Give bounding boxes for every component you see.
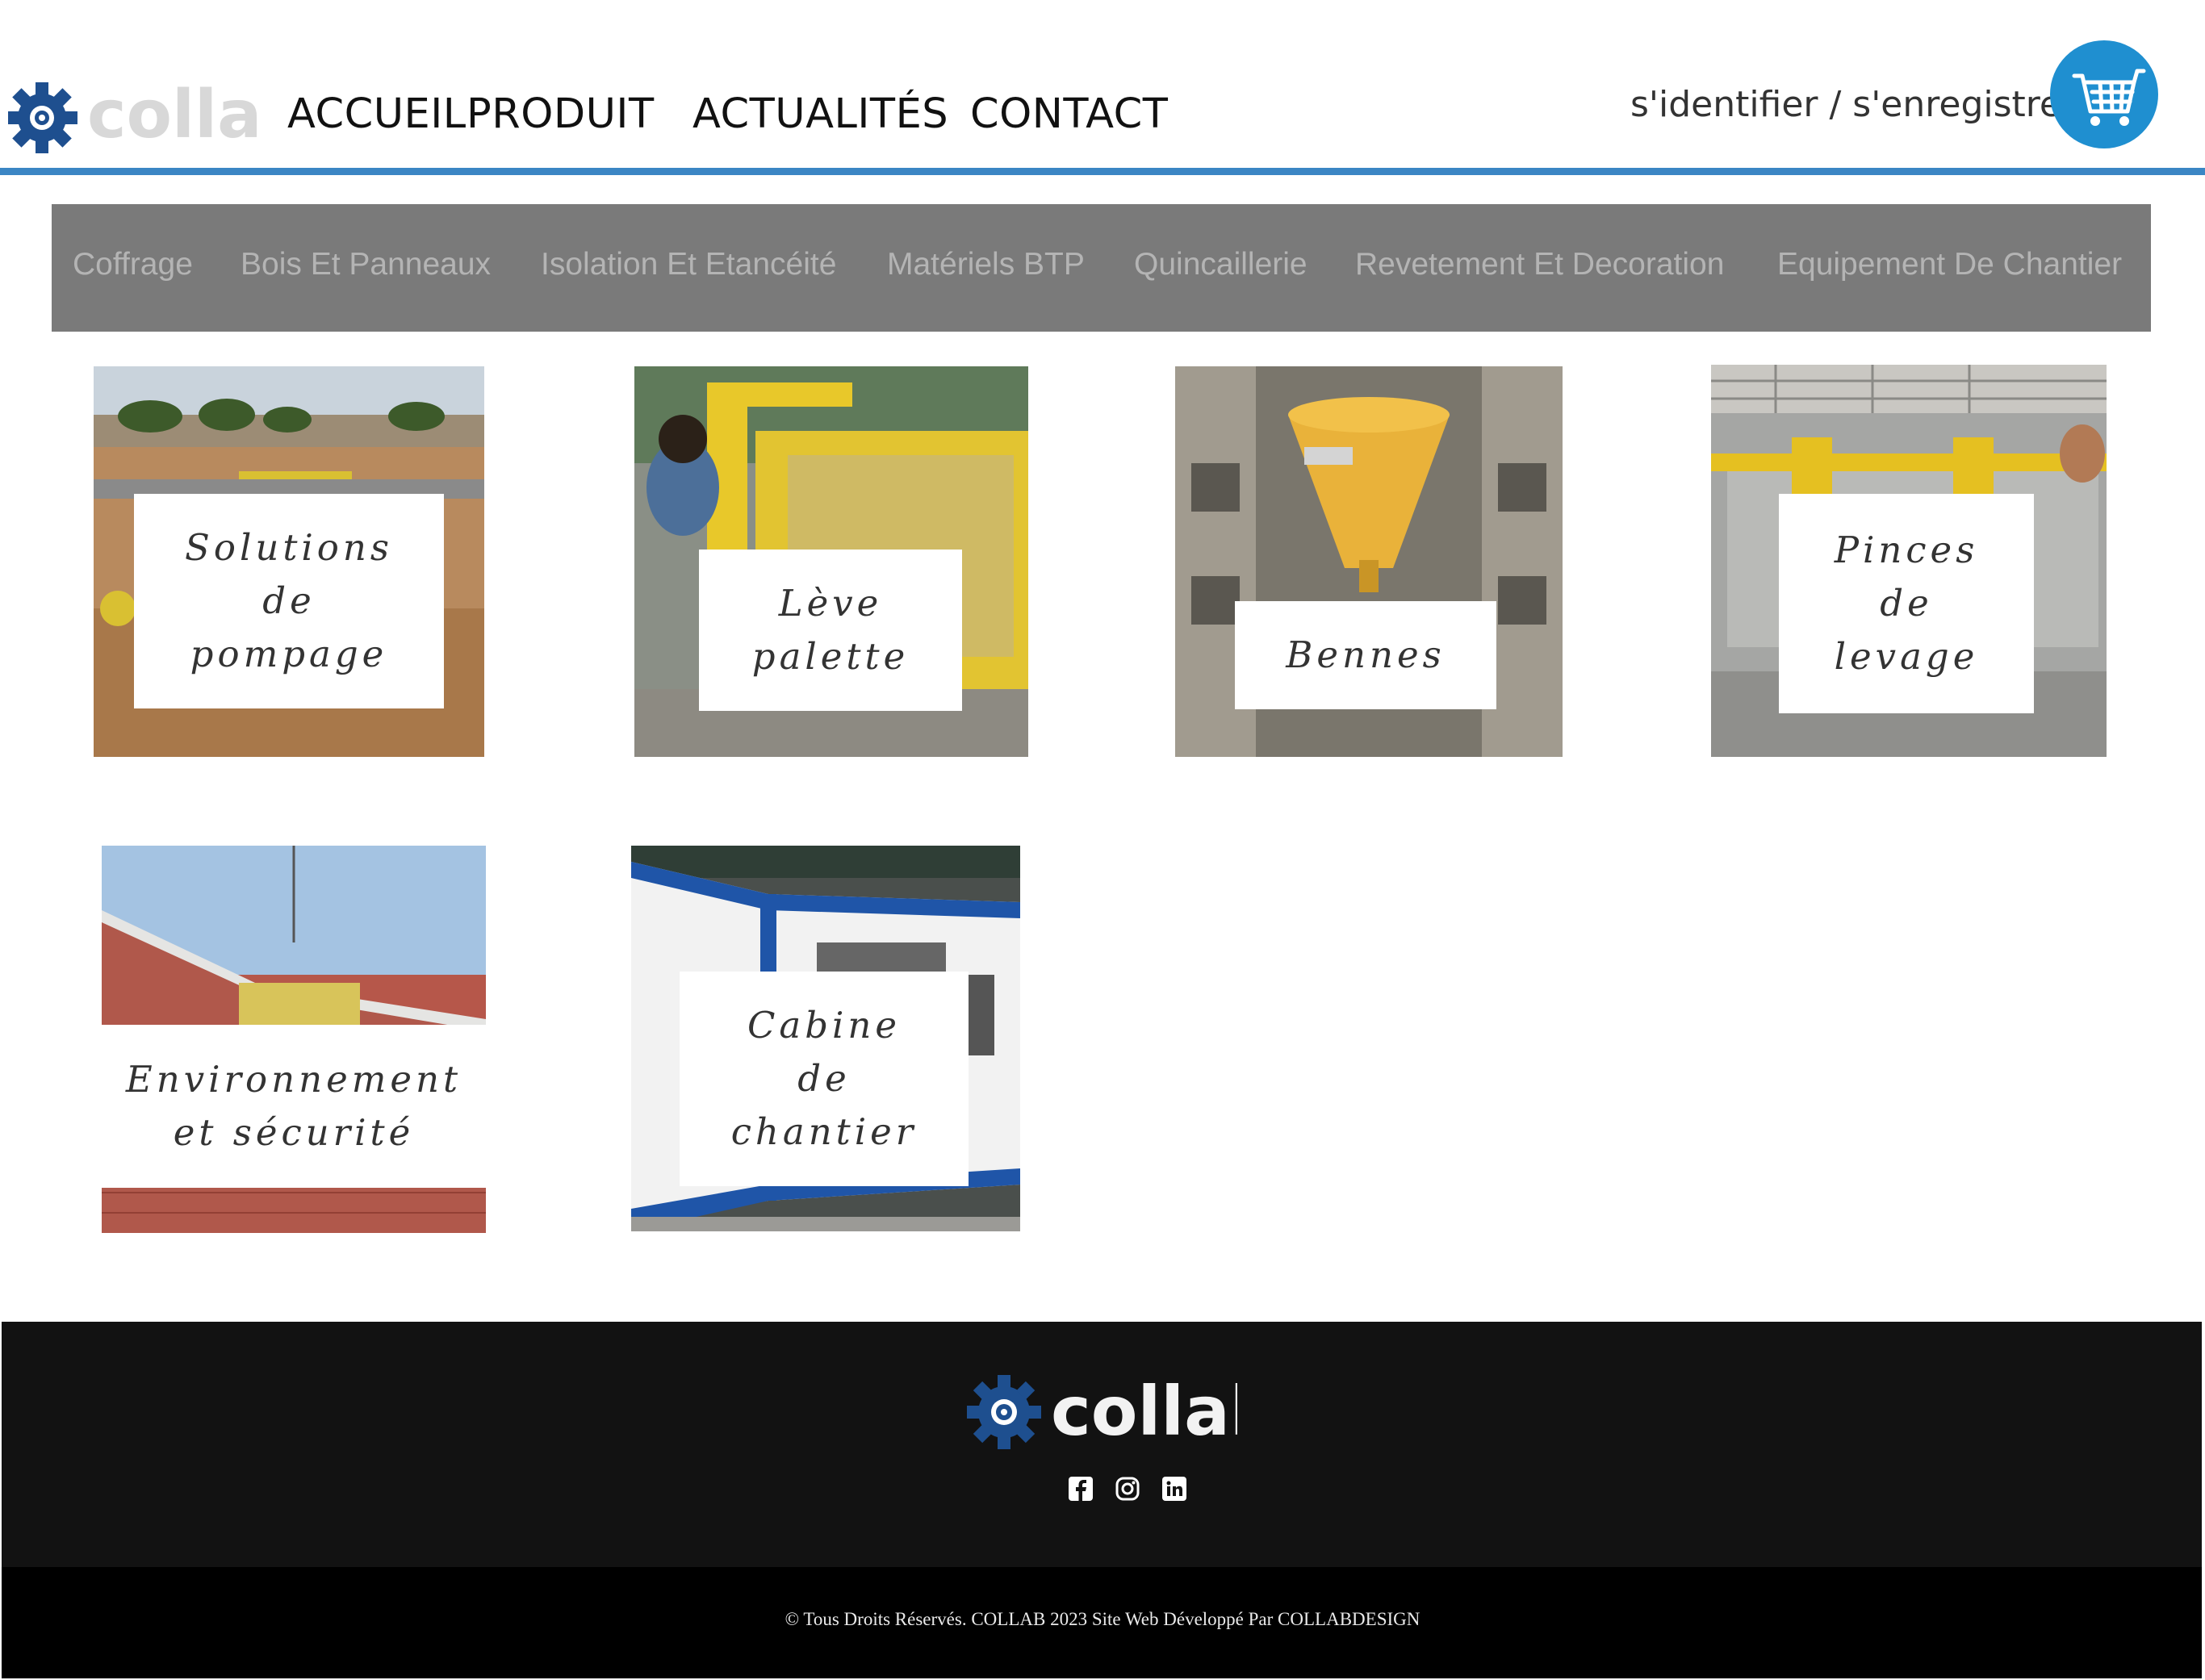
- nav-accueil[interactable]: ACCUEIL: [287, 90, 467, 138]
- login-register-link[interactable]: s'identifier / s'enregistrer: [1630, 84, 2076, 125]
- instagram-icon[interactable]: [1115, 1477, 1140, 1501]
- product-label: Pinces de levage: [1834, 529, 1979, 678]
- product-label: Cabine de chantier: [730, 1004, 918, 1153]
- copyright-text: © Tous Droits Réservés. COLLAB 2023 Site…: [785, 1609, 1420, 1629]
- category-quincaillerie[interactable]: Quincaillerie: [1134, 247, 1308, 282]
- category-coffrage[interactable]: Coffrage: [73, 247, 193, 282]
- product-tile-pinces-levage[interactable]: Pinces de levage: [1711, 365, 2107, 757]
- nav-contact[interactable]: CONTACT: [970, 90, 1168, 138]
- cart-button[interactable]: [2050, 40, 2158, 148]
- facebook-icon[interactable]: [1069, 1477, 1093, 1501]
- category-equipement-chantier[interactable]: Equipement De Chantier: [1777, 247, 2122, 282]
- product-tile-bennes[interactable]: Bennes: [1175, 366, 1563, 757]
- linkedin-icon[interactable]: [1162, 1477, 1186, 1501]
- footer-collab-logo[interactable]: collab: [967, 1372, 1237, 1452]
- product-label: Solutions de pompage: [185, 526, 393, 675]
- nav-actualites[interactable]: ACTUALITÉS: [692, 90, 948, 138]
- product-label-box: Cabine de chantier: [680, 972, 969, 1186]
- product-label: Lève palette: [751, 582, 910, 678]
- header-divider: [0, 168, 2205, 175]
- product-label-box: Lève palette: [699, 550, 962, 711]
- product-tile-cabine-chantier[interactable]: Cabine de chantier: [631, 846, 1020, 1231]
- product-label-box: Bennes: [1235, 601, 1496, 709]
- site-header: collab ACCUEIL PRODUIT ACTUALITÉS CONTAC…: [0, 0, 2205, 175]
- product-label: Environnement et sécurité: [125, 1058, 462, 1154]
- svg-text:collab: collab: [87, 79, 262, 153]
- shopping-cart-icon: [2072, 69, 2146, 126]
- product-label-box: Pinces de levage: [1779, 494, 2034, 713]
- product-label-box: Environnement et sécurité: [102, 1025, 486, 1188]
- category-materiels-btp[interactable]: Matériels BTP: [887, 247, 1085, 282]
- product-tile-leve-palette[interactable]: Lève palette: [634, 366, 1028, 757]
- category-revetement[interactable]: Revetement Et Decoration: [1355, 247, 1724, 282]
- product-label-box: Solutions de pompage: [134, 494, 444, 708]
- product-label: Bennes: [1286, 633, 1446, 676]
- svg-text:collab: collab: [1051, 1372, 1237, 1451]
- product-tile-pompage[interactable]: Solutions de pompage: [94, 366, 484, 757]
- category-isolation[interactable]: Isolation Et Etancéité: [541, 247, 836, 282]
- product-tile-environnement-securite[interactable]: Environnement et sécurité: [102, 846, 486, 1233]
- nav-produit[interactable]: PRODUIT: [467, 90, 655, 138]
- category-bois-et-panneaux[interactable]: Bois Et Panneaux: [241, 247, 491, 282]
- collab-logo[interactable]: collab: [8, 79, 262, 153]
